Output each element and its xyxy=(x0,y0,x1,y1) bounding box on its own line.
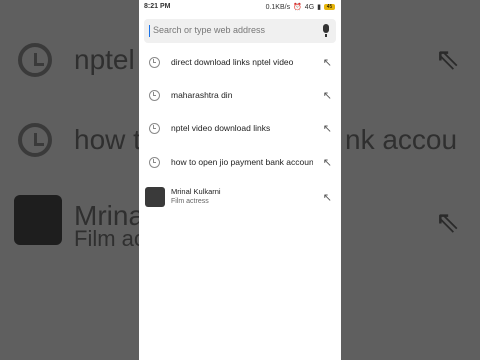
suggestion-item[interactable]: direct download links nptel video ↖ xyxy=(139,48,341,78)
battery-icon: 45 xyxy=(324,4,335,10)
entity-subtitle: Film actress xyxy=(171,198,209,205)
microphone-icon[interactable] xyxy=(323,24,329,37)
alarm-icon: ⏰ xyxy=(293,4,302,11)
fill-query-arrow-icon[interactable]: ↖ xyxy=(323,56,332,69)
suggestion-label: direct download links nptel video xyxy=(171,57,294,67)
backdrop-arrow-icon: ⇖ xyxy=(434,43,460,76)
suggestion-label: maharashtra din xyxy=(171,90,233,100)
fill-query-arrow-icon[interactable]: ↖ xyxy=(323,89,332,102)
suggestion-item[interactable]: maharashtra din ↖ xyxy=(139,81,341,111)
history-icon xyxy=(149,123,160,134)
history-icon xyxy=(149,157,160,168)
status-time: 8:21 PM xyxy=(144,3,171,10)
fill-query-arrow-icon[interactable]: ↖ xyxy=(323,156,332,169)
backdrop-thumbnail xyxy=(14,195,62,245)
suggestion-label: nptel video download links xyxy=(171,123,271,133)
suggestion-item[interactable]: how to open jio payment bank account ↖ xyxy=(139,148,341,178)
text-cursor xyxy=(149,25,150,37)
backdrop-history-icon xyxy=(18,43,52,77)
backdrop-arrow-icon: ⇖ xyxy=(434,206,460,239)
network-speed: 0.1KB/s xyxy=(265,3,291,11)
fill-query-arrow-icon[interactable]: ↖ xyxy=(323,122,332,135)
history-icon xyxy=(149,90,160,101)
status-bar: 8:21 PM 0.1KB/s ⏰ 4G ▮ 45 xyxy=(139,0,341,14)
fill-query-arrow-icon[interactable]: ↖ xyxy=(323,191,332,204)
backdrop-history-icon xyxy=(18,123,52,157)
entity-thumbnail xyxy=(145,187,165,207)
status-right: 0.1KB/s ⏰ 4G ▮ 45 xyxy=(266,3,335,11)
signal-icon: ▮ xyxy=(317,4,321,11)
search-placeholder: Search or type web address xyxy=(153,25,266,35)
suggestion-label: how to open jio payment bank account xyxy=(171,157,313,167)
entity-suggestion[interactable]: Mrinal Kulkarni Film actress ↖ xyxy=(139,183,341,213)
history-icon xyxy=(149,57,160,68)
entity-title: Mrinal Kulkarni xyxy=(171,187,221,196)
phone-screen: 8:21 PM 0.1KB/s ⏰ 4G ▮ 45 Search or type… xyxy=(139,0,341,360)
suggestion-item[interactable]: nptel video download links ↖ xyxy=(139,114,341,144)
search-input[interactable]: Search or type web address xyxy=(144,19,336,43)
network-type: 4G xyxy=(304,3,315,11)
backdrop-text: nk accou xyxy=(345,124,458,155)
